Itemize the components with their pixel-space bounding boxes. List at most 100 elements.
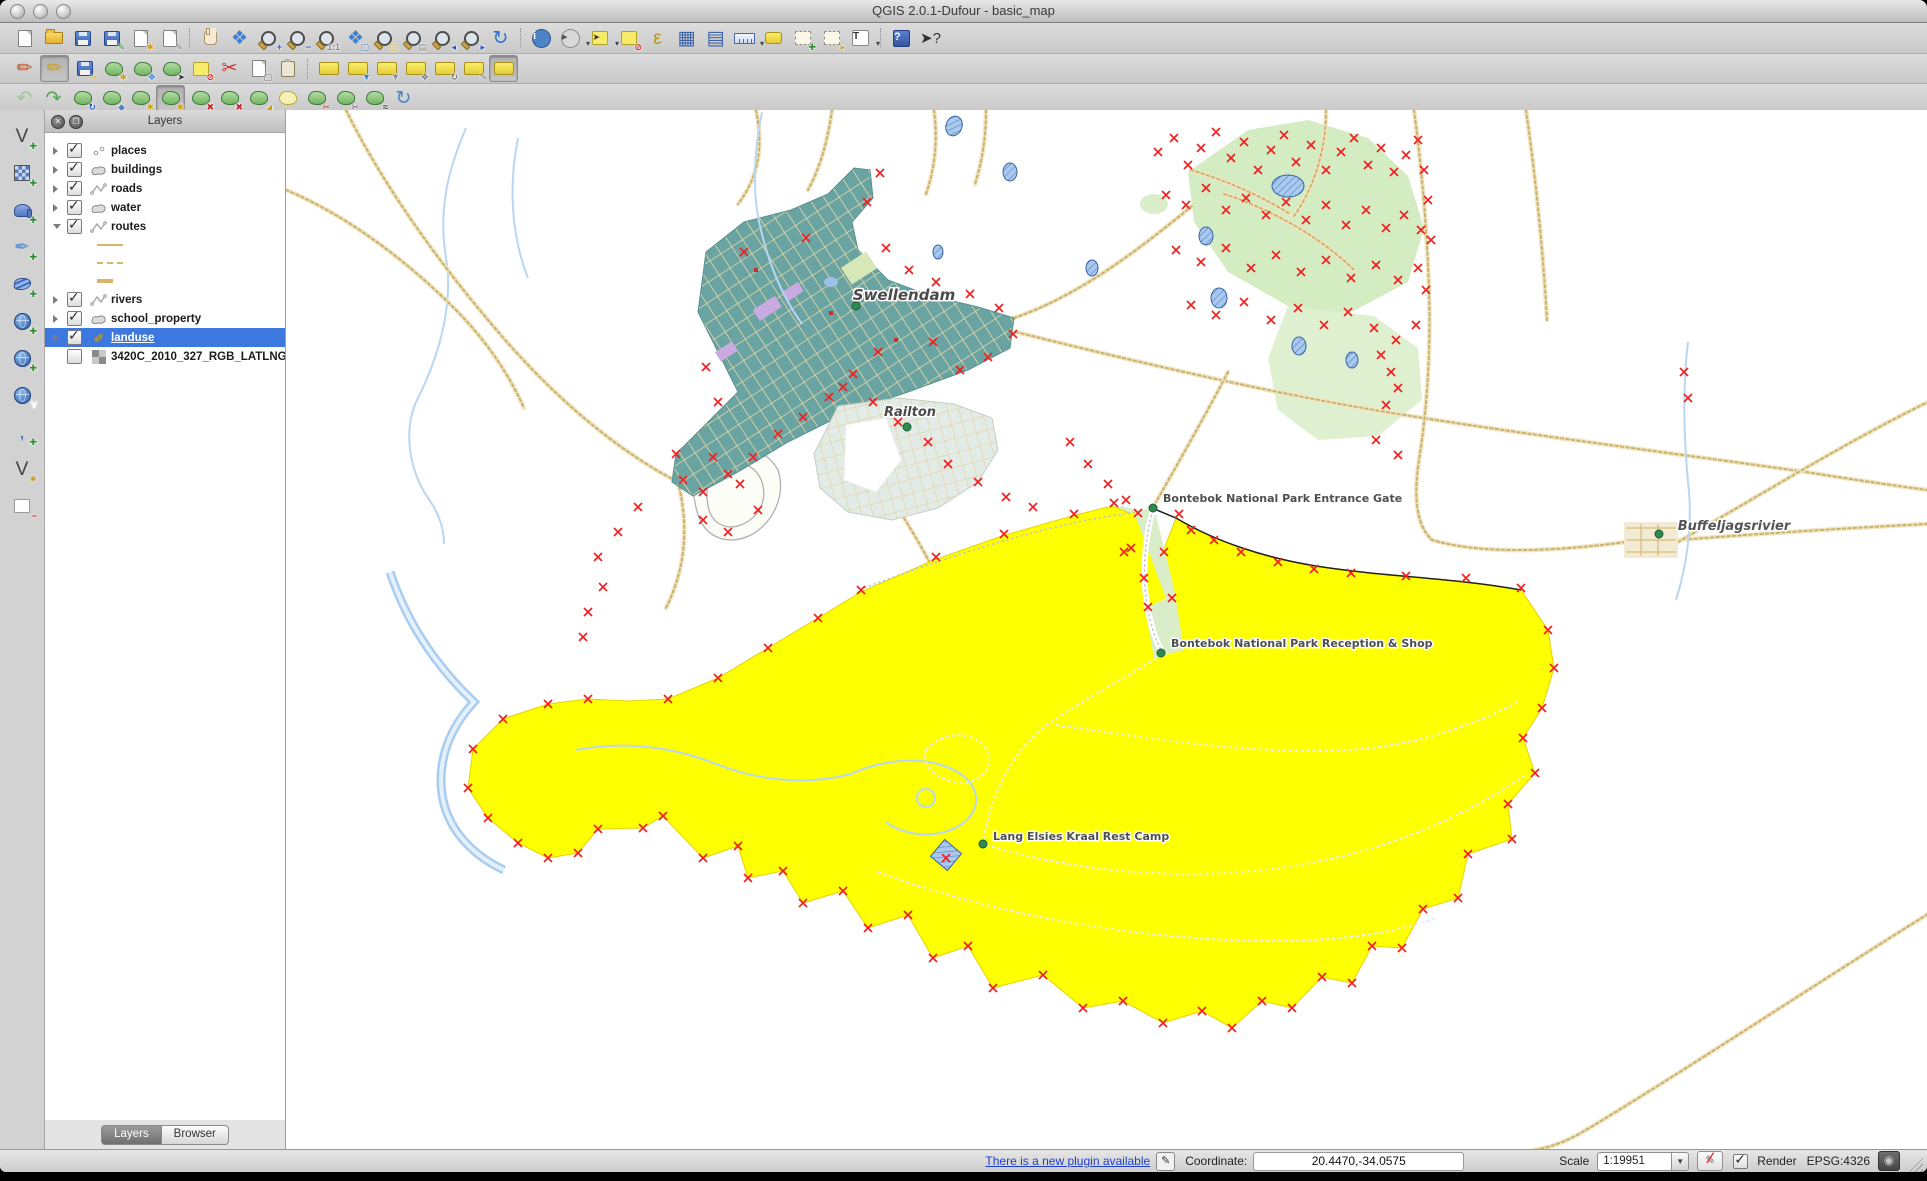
layer-item-buildings[interactable]: buildings <box>45 160 285 179</box>
panel-close-icon[interactable]: ✕ <box>51 115 65 129</box>
labeling-icon[interactable] <box>315 56 342 81</box>
add-vector-layer-icon[interactable]: V✚ <box>7 122 37 150</box>
layer-symbology-item[interactable] <box>45 272 285 290</box>
layer-item-roads[interactable]: roads <box>45 179 285 198</box>
expander-icon[interactable] <box>53 334 63 342</box>
rotate-label-icon[interactable]: ↻ <box>431 56 458 81</box>
zoom-last-icon[interactable]: ◂ <box>429 26 456 51</box>
zoom-out-icon[interactable]: − <box>284 26 311 51</box>
layers-tree[interactable]: placesbuildingsroadswaterroutes riverssch… <box>45 133 285 1120</box>
rotate-point-symbols-icon[interactable]: ↻ <box>390 86 417 111</box>
zoom-to-layer-icon[interactable]: ▤ <box>400 26 427 51</box>
zoom-to-selection-icon[interactable]: ▢ <box>371 26 398 51</box>
scale-combo[interactable]: 1:19951 ▼ <box>1597 1152 1689 1171</box>
save-layer-edits-icon[interactable]: ✏ <box>71 56 98 81</box>
map-canvas[interactable]: SwellendamRailtonBontebok National Park … <box>286 110 1927 1150</box>
delete-ring-icon[interactable]: ✖ <box>187 86 214 111</box>
refresh-map-icon[interactable]: ↻ <box>487 26 514 51</box>
deselect-features-icon[interactable]: ⊘ <box>615 26 642 51</box>
toggle-editing-icon[interactable]: ✏ <box>40 55 69 82</box>
tab-browser[interactable]: Browser <box>161 1125 229 1145</box>
new-shapefile-layer-icon[interactable]: V✱ <box>7 455 37 483</box>
identify-features-icon[interactable]: i <box>528 26 555 51</box>
pin-labels-icon[interactable]: ▼ <box>344 56 371 81</box>
remove-layer-icon[interactable]: − <box>7 492 37 520</box>
add-postgis-layer-icon[interactable]: ✚ <box>7 196 37 224</box>
layer-visibility-checkbox[interactable] <box>67 330 82 345</box>
add-mssql-layer-icon[interactable]: ✚ <box>7 270 37 298</box>
add-spatialite-layer-icon[interactable]: ✒✚ <box>7 233 37 261</box>
expander-icon[interactable] <box>53 185 63 193</box>
select-by-expression-icon[interactable]: ε <box>644 26 671 51</box>
expander-icon[interactable] <box>53 166 63 174</box>
reshape-features-icon[interactable]: ◢ <box>245 86 272 111</box>
simplify-feature-icon[interactable]: ◆ <box>98 86 125 111</box>
layer-item-routes[interactable]: routes <box>45 217 285 236</box>
expander-icon[interactable] <box>53 296 63 304</box>
titlebar[interactable]: QGIS 2.0.1-Dufour - basic_map <box>0 0 1927 23</box>
layer-item-school_property[interactable]: school_property <box>45 309 285 328</box>
zoom-full-icon[interactable]: ❖▢ <box>342 26 369 51</box>
label-properties-icon[interactable] <box>489 55 518 82</box>
open-project-icon[interactable] <box>40 26 67 51</box>
current-edits-icon[interactable]: ✏▾ <box>11 56 38 81</box>
resize-grip[interactable] <box>1908 1157 1923 1172</box>
layer-visibility-checkbox[interactable] <box>67 200 82 215</box>
paste-features-icon[interactable] <box>274 56 301 81</box>
layer-item-places[interactable]: places <box>45 141 285 160</box>
pan-map-icon[interactable] <box>197 26 224 51</box>
add-feature-icon[interactable]: ✱ <box>100 56 127 81</box>
layer-symbology-item[interactable] <box>45 254 285 272</box>
move-label-icon[interactable]: ❖ <box>402 56 429 81</box>
help-contents-icon[interactable]: ? <box>888 26 915 51</box>
cut-features-icon[interactable]: ✂ <box>216 56 243 81</box>
text-annotation-icon[interactable]: T▾ <box>847 26 874 51</box>
node-tool-icon[interactable]: ➤ <box>158 56 185 81</box>
highlight-pinned-labels-icon[interactable]: ▼ <box>373 56 400 81</box>
map-tips-icon[interactable] <box>760 26 787 51</box>
split-features-icon[interactable]: ✂ <box>303 86 330 111</box>
delete-part-icon[interactable]: ✖ <box>216 86 243 111</box>
layer-item-water[interactable]: water <box>45 198 285 217</box>
select-features-icon[interactable]: ➤▾ <box>586 26 613 51</box>
whats-this-icon[interactable]: ➤? <box>917 26 944 51</box>
add-delimited-text-layer-icon[interactable]: ,✚ <box>7 418 37 446</box>
show-bookmarks-icon[interactable]: ▸ <box>818 26 845 51</box>
panel-float-icon[interactable]: ❐ <box>69 115 83 129</box>
stop-render-button[interactable]: ✎∕ <box>1697 1151 1723 1171</box>
add-ring-icon[interactable]: ✱ <box>127 86 154 111</box>
zoom-native-icon[interactable]: 1:1 <box>313 26 340 51</box>
expander-icon[interactable] <box>53 224 63 229</box>
layer-visibility-checkbox[interactable] <box>67 143 82 158</box>
pan-to-selection-icon[interactable]: ❖ <box>226 26 253 51</box>
layer-item-landuse[interactable]: ✏landuse <box>45 328 285 347</box>
crs-button[interactable]: ◉ <box>1878 1151 1900 1171</box>
expander-icon[interactable] <box>53 204 63 212</box>
expander-icon[interactable] <box>53 147 63 155</box>
field-calculator-icon[interactable]: ▤ <box>702 26 729 51</box>
merge-features-icon[interactable]: ≈ <box>361 86 388 111</box>
copy-features-icon[interactable]: ▢ <box>245 56 272 81</box>
layers-panel-titlebar[interactable]: ✕ ❐ Layers <box>45 110 285 133</box>
save-as-image-icon[interactable]: ✱ <box>127 26 154 51</box>
delete-selected-icon[interactable]: ⊘ <box>187 56 214 81</box>
zoom-next-icon[interactable]: ▸ <box>458 26 485 51</box>
run-feature-action-icon[interactable]: ▸▾ <box>557 26 584 51</box>
save-project-as-icon[interactable]: ✎ <box>98 26 125 51</box>
move-feature-icon[interactable]: ❖ <box>129 56 156 81</box>
layer-visibility-checkbox[interactable] <box>67 181 82 196</box>
add-raster-layer-icon[interactable]: ✚ <box>7 159 37 187</box>
add-wms-layer-icon[interactable]: ✚ <box>7 307 37 335</box>
layer-symbology-item[interactable] <box>45 236 285 254</box>
change-label-icon[interactable]: ✎ <box>460 56 487 81</box>
add-wfs-layer-icon[interactable]: V <box>7 381 37 409</box>
coordinate-input[interactable] <box>1253 1152 1464 1171</box>
save-project-icon[interactable] <box>69 26 96 51</box>
plugin-icon[interactable]: ✎ <box>1156 1152 1175 1171</box>
undo-icon[interactable]: ↶ <box>11 86 38 111</box>
expander-icon[interactable] <box>53 315 63 323</box>
layer-item-rivers[interactable]: rivers <box>45 290 285 309</box>
render-checkbox[interactable] <box>1733 1154 1748 1169</box>
offset-curve-icon[interactable] <box>274 86 301 111</box>
add-wcs-layer-icon[interactable]: ✚ <box>7 344 37 372</box>
